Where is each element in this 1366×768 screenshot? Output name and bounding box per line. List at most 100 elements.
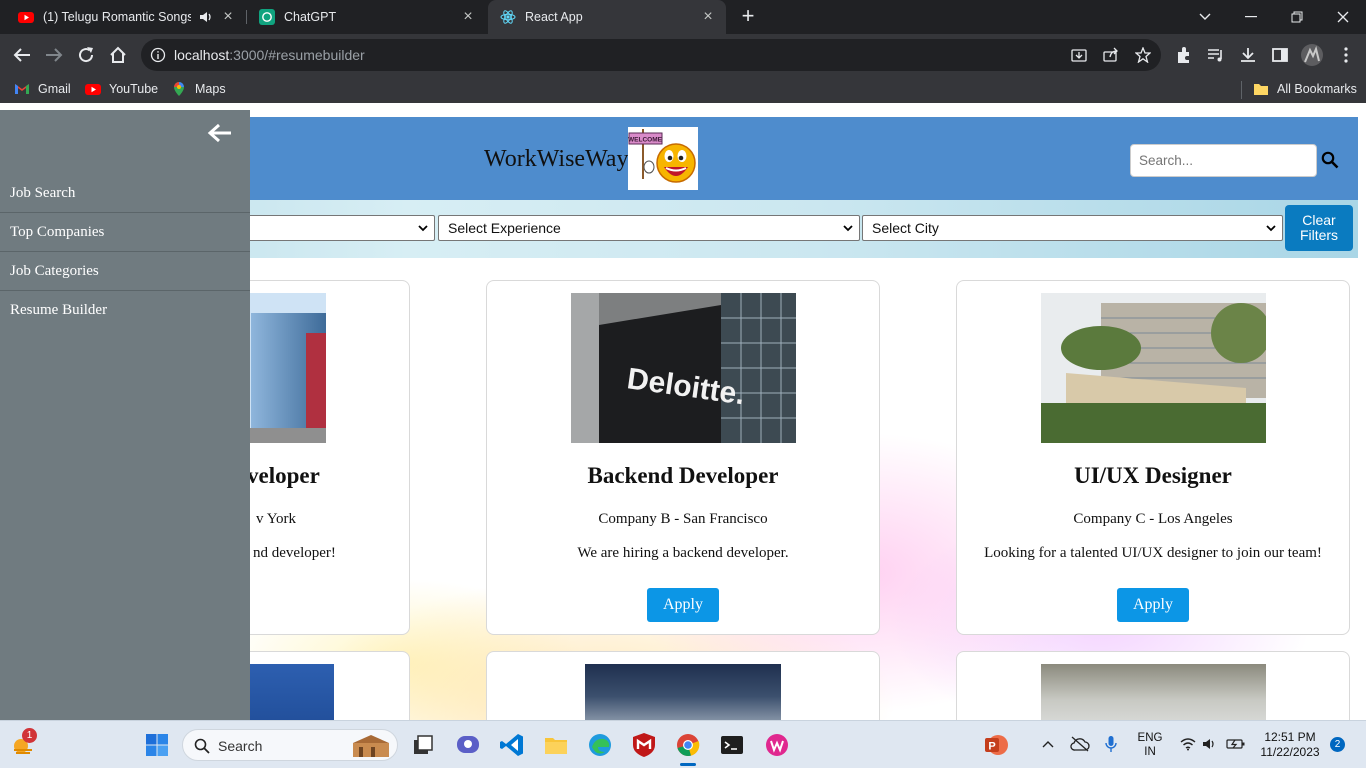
job-card: Deloitte. Backend Developer Company B - … bbox=[486, 280, 880, 635]
cloud-offline-icon[interactable] bbox=[1070, 736, 1090, 752]
media-control-icon[interactable] bbox=[1207, 46, 1225, 64]
weather-badge: 1 bbox=[22, 728, 37, 743]
browser-toolbar: localhost:3000/#resumebuilder bbox=[0, 34, 1366, 77]
taskbar: 1 Search P ENG IN 12:51 PM 11/22/2023 2 bbox=[0, 720, 1366, 768]
clear-filters-button[interactable]: Clear Filters bbox=[1285, 205, 1353, 251]
tab-title: (1) Telugu Romantic Songs | bbox=[43, 10, 191, 24]
apply-button[interactable]: Apply bbox=[647, 588, 719, 622]
home-icon[interactable] bbox=[106, 43, 130, 67]
search-input[interactable] bbox=[1130, 144, 1317, 177]
tab-title: ChatGPT bbox=[284, 10, 337, 24]
close-tab-icon[interactable]: × bbox=[700, 9, 716, 25]
file-explorer-icon[interactable] bbox=[543, 732, 569, 758]
chat-icon[interactable] bbox=[455, 732, 481, 758]
bookmarks-bar: Gmail YouTube Maps All Bookmarks bbox=[0, 77, 1366, 103]
minimize-icon[interactable] bbox=[1228, 0, 1274, 34]
job-title: UI/UX Designer bbox=[1074, 463, 1232, 488]
tab-chatgpt[interactable]: ChatGPT × bbox=[246, 0, 486, 34]
svg-text:WELCOME: WELCOME bbox=[628, 137, 663, 144]
youtube-icon bbox=[18, 12, 34, 23]
reload-icon[interactable] bbox=[74, 43, 98, 67]
search-icon bbox=[194, 738, 210, 754]
tab-search-icon[interactable] bbox=[1182, 0, 1228, 34]
job-description: Looking for a talented UI/UX designer to… bbox=[984, 545, 1322, 561]
tab-react-app[interactable]: React App × bbox=[488, 0, 726, 34]
job-card bbox=[956, 651, 1350, 720]
maps-icon bbox=[174, 82, 184, 96]
speaker-icon[interactable] bbox=[199, 10, 213, 24]
chatgpt-icon bbox=[259, 9, 275, 25]
chrome-icon[interactable] bbox=[675, 732, 701, 758]
tab-title: React App bbox=[525, 10, 583, 24]
windows-start-icon[interactable] bbox=[144, 732, 170, 758]
bookmark-star-icon[interactable] bbox=[1135, 47, 1151, 63]
microphone-icon[interactable] bbox=[1104, 735, 1118, 753]
language-indicator[interactable]: ENG IN bbox=[1134, 731, 1166, 759]
bookmark-gmail[interactable]: Gmail bbox=[14, 81, 71, 97]
apply-button[interactable]: Apply bbox=[1117, 588, 1189, 622]
city-select[interactable]: Select City bbox=[862, 215, 1283, 241]
job-description: We are hiring a backend developer. bbox=[577, 545, 789, 561]
site-info-icon[interactable] bbox=[150, 47, 166, 63]
sidebar-item-job-categories[interactable]: Job Categories bbox=[0, 252, 250, 291]
welcome-smiley-logo: WELCOME bbox=[628, 127, 698, 190]
menu-icon[interactable] bbox=[1337, 46, 1355, 64]
tab-strip: (1) Telugu Romantic Songs | × ChatGPT × … bbox=[0, 0, 1366, 34]
job-card-image bbox=[1041, 664, 1266, 720]
profile-avatar-icon[interactable] bbox=[1301, 44, 1323, 66]
battery-icon[interactable] bbox=[1226, 737, 1246, 751]
sidebar-item-job-search[interactable]: Job Search bbox=[0, 174, 250, 213]
wps-office-icon[interactable] bbox=[764, 732, 790, 758]
svg-text:P: P bbox=[988, 741, 995, 753]
download-icon[interactable] bbox=[1239, 46, 1257, 64]
page-viewport: WorkWiseWay WELCOME Select Experience Se… bbox=[0, 103, 1366, 720]
bookmark-maps[interactable]: Maps bbox=[171, 81, 226, 97]
arrow-left-icon[interactable] bbox=[207, 122, 233, 144]
folder-icon bbox=[1254, 84, 1268, 95]
job-card bbox=[486, 651, 880, 720]
sidebar-item-top-companies[interactable]: Top Companies bbox=[0, 213, 250, 252]
task-view-icon[interactable] bbox=[409, 732, 435, 758]
search-highlight-icon bbox=[353, 735, 389, 757]
clock[interactable]: 12:51 PM 11/22/2023 bbox=[1255, 730, 1325, 760]
powerpoint-icon[interactable]: P bbox=[983, 732, 1009, 758]
youtube-icon bbox=[85, 84, 101, 95]
bookmark-youtube[interactable]: YouTube bbox=[85, 81, 158, 97]
search-icon[interactable] bbox=[1321, 151, 1339, 169]
address-bar[interactable]: localhost:3000/#resumebuilder bbox=[141, 39, 1161, 71]
job-description: nd developer! bbox=[253, 545, 336, 561]
tcs-building-image bbox=[1041, 293, 1266, 443]
new-tab-icon[interactable]: + bbox=[737, 5, 759, 28]
experience-select[interactable]: Select Experience bbox=[438, 215, 860, 241]
back-icon[interactable] bbox=[10, 43, 34, 67]
all-bookmarks[interactable]: All Bookmarks bbox=[1253, 81, 1357, 97]
gmail-icon bbox=[15, 84, 29, 94]
share-icon[interactable] bbox=[1103, 47, 1119, 63]
volume-icon[interactable] bbox=[1202, 737, 1218, 751]
close-tab-icon[interactable]: × bbox=[460, 9, 476, 25]
vscode-icon[interactable] bbox=[499, 732, 525, 758]
deloitte-sign-image: Deloitte. bbox=[571, 293, 796, 443]
job-company: Company C - Los Angeles bbox=[1073, 511, 1233, 527]
close-window-icon[interactable] bbox=[1320, 0, 1366, 34]
taskbar-search[interactable]: Search bbox=[182, 729, 398, 761]
url-text: localhost:3000/#resumebuilder bbox=[174, 47, 365, 63]
side-panel-icon[interactable] bbox=[1271, 46, 1289, 64]
chevron-down-icon bbox=[1266, 225, 1276, 232]
chevron-up-icon[interactable] bbox=[1042, 739, 1054, 749]
wifi-icon[interactable] bbox=[1180, 737, 1196, 751]
tab-youtube[interactable]: (1) Telugu Romantic Songs | × bbox=[0, 0, 246, 34]
close-tab-icon[interactable]: × bbox=[220, 9, 236, 25]
edge-icon[interactable] bbox=[587, 732, 613, 758]
sidebar-item-resume-builder[interactable]: Resume Builder bbox=[0, 291, 250, 330]
job-title: Backend Developer bbox=[587, 463, 779, 488]
mcafee-icon[interactable] bbox=[631, 732, 657, 758]
notifications-badge[interactable]: 2 bbox=[1330, 737, 1345, 752]
react-icon bbox=[500, 10, 516, 24]
restore-icon[interactable] bbox=[1274, 0, 1320, 34]
extensions-icon[interactable] bbox=[1175, 46, 1193, 64]
job-title: veloper bbox=[247, 463, 320, 488]
terminal-icon[interactable] bbox=[719, 732, 745, 758]
forward-icon[interactable] bbox=[42, 43, 66, 67]
install-app-icon[interactable] bbox=[1071, 47, 1087, 63]
